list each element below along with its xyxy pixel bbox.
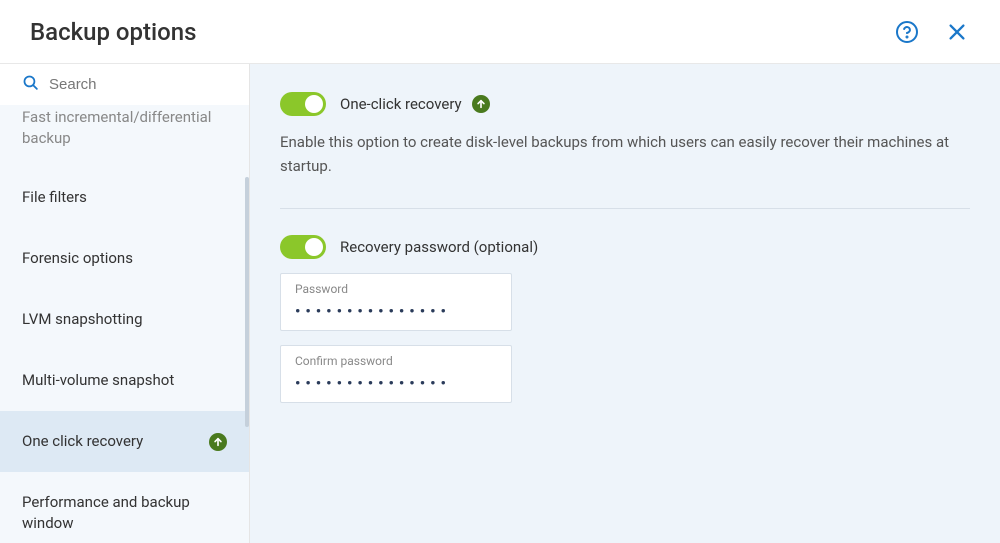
close-icon[interactable] <box>944 19 970 45</box>
sidebar-item-multi-volume-snapshot[interactable]: Multi-volume snapshot <box>0 350 249 411</box>
dialog-header: Backup options <box>0 0 1000 64</box>
confirm-password-field-label: Confirm password <box>295 354 497 368</box>
recovery-password-toggle[interactable] <box>280 235 326 259</box>
search-input[interactable] <box>49 76 227 93</box>
help-icon[interactable] <box>894 19 920 45</box>
page-title: Backup options <box>30 18 196 46</box>
sidebar-item-label: File filters <box>22 187 87 208</box>
one-click-recovery-toggle-row: One-click recovery <box>280 92 970 116</box>
sidebar-item-label: Fast incremental/differential backup <box>22 107 227 149</box>
password-field-label: Password <box>295 282 497 296</box>
arrow-up-icon <box>209 433 227 451</box>
arrow-up-icon <box>472 95 490 113</box>
sidebar-item-fast-incremental[interactable]: Fast incremental/differential backup <box>0 105 249 167</box>
sidebar-item-forensic-options[interactable]: Forensic options <box>0 228 249 289</box>
password-field[interactable]: Password ••••••••••••••• <box>280 273 512 331</box>
sidebar-list: Fast incremental/differential backup Fil… <box>0 105 249 543</box>
confirm-password-field-value: ••••••••••••••• <box>295 374 497 392</box>
sidebar-item-label: Performance and backup window <box>22 492 227 534</box>
recovery-password-label: Recovery password (optional) <box>340 238 538 256</box>
one-click-recovery-toggle[interactable] <box>280 92 326 116</box>
divider <box>280 208 970 209</box>
sidebar-item-label: Forensic options <box>22 248 133 269</box>
one-click-recovery-description: Enable this option to create disk-level … <box>280 130 970 178</box>
password-field-value: ••••••••••••••• <box>295 302 497 320</box>
confirm-password-field[interactable]: Confirm password ••••••••••••••• <box>280 345 512 403</box>
sidebar-item-file-filters[interactable]: File filters <box>0 167 249 228</box>
scrollbar[interactable] <box>245 177 249 427</box>
layout: Fast incremental/differential backup Fil… <box>0 64 1000 543</box>
sidebar: Fast incremental/differential backup Fil… <box>0 64 250 543</box>
sidebar-item-lvm-snapshotting[interactable]: LVM snapshotting <box>0 289 249 350</box>
main-content: One-click recovery Enable this option to… <box>250 64 1000 543</box>
sidebar-item-performance[interactable]: Performance and backup window <box>0 472 249 543</box>
recovery-password-toggle-row: Recovery password (optional) <box>280 235 970 259</box>
toggle-label-text: Recovery password (optional) <box>340 238 538 256</box>
one-click-recovery-label: One-click recovery <box>340 95 490 113</box>
sidebar-item-label: LVM snapshotting <box>22 309 143 330</box>
sidebar-item-one-click-recovery[interactable]: One click recovery <box>0 411 249 472</box>
sidebar-item-label: Multi-volume snapshot <box>22 370 174 391</box>
sidebar-item-label: One click recovery <box>22 431 143 452</box>
search-wrap <box>0 64 249 105</box>
search-icon <box>22 74 39 95</box>
toggle-label-text: One-click recovery <box>340 95 462 113</box>
header-actions <box>894 19 970 45</box>
